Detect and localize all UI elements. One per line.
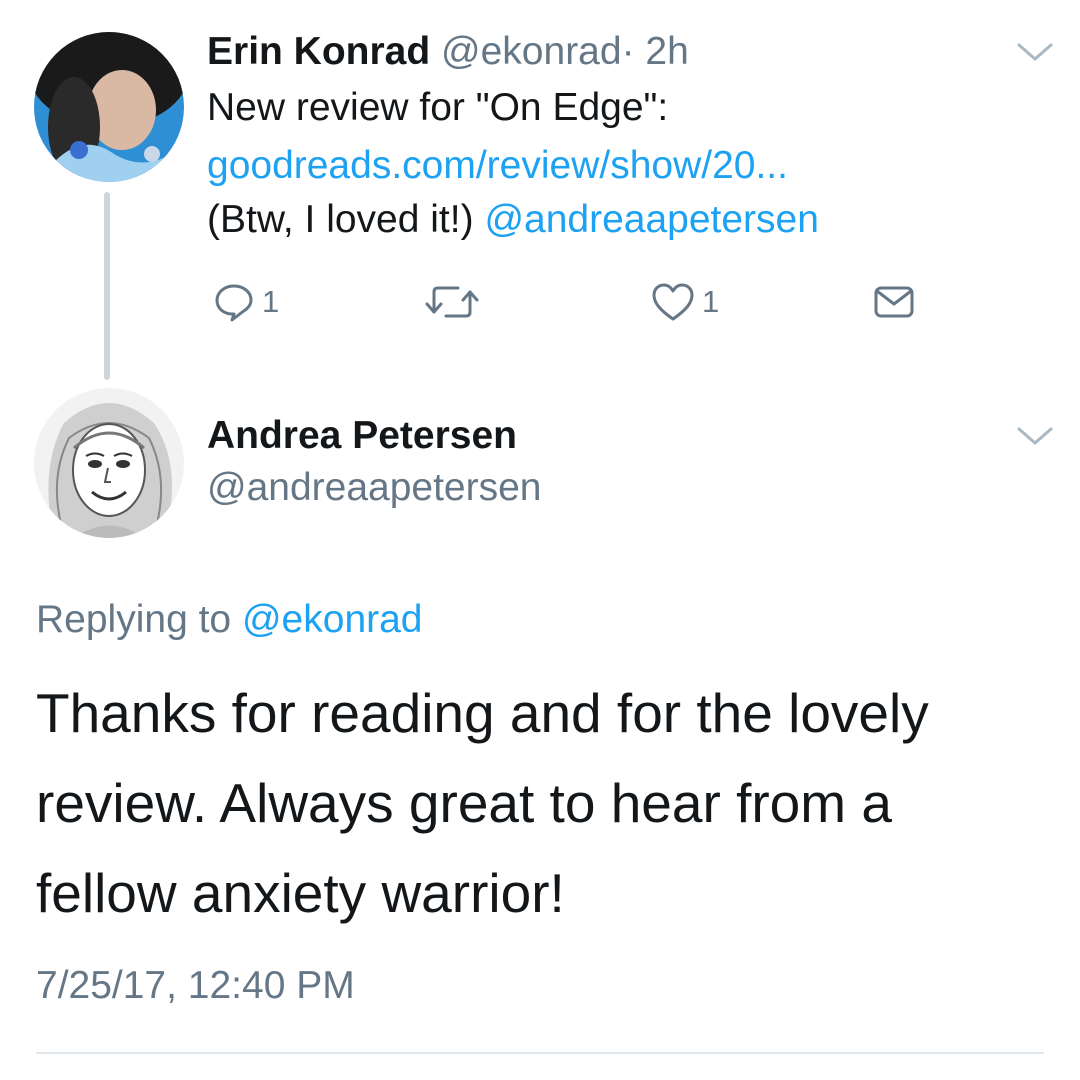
replying-to-line: Replying to @ekonrad: [36, 594, 423, 646]
like-button[interactable]: 1: [650, 280, 719, 324]
reply-button[interactable]: 1: [212, 280, 279, 324]
parent-tweet-text-line3: (Btw, I loved it!) @andreaapetersen: [207, 194, 819, 246]
replying-to-handle[interactable]: @ekonrad: [242, 598, 423, 641]
author-handle[interactable]: @ekonrad: [441, 30, 622, 73]
reply-icon: [212, 280, 256, 324]
message-icon: [872, 280, 916, 324]
thread-connector-line: [104, 192, 110, 380]
replying-to-label: Replying to: [36, 598, 232, 641]
divider: [36, 1052, 1044, 1054]
like-count: 1: [702, 284, 720, 319]
parent-tweet-header: Erin Konrad @ekonrad· 2h: [207, 26, 689, 78]
retweet-button[interactable]: [424, 280, 486, 324]
author-name[interactable]: Erin Konrad: [207, 30, 430, 73]
mention-link[interactable]: @andreaapetersen: [484, 198, 819, 241]
reply-tweet-text: Thanks for reading and for the lovely re…: [36, 682, 929, 924]
tweet-time: 2h: [645, 30, 689, 73]
reply-author-handle[interactable]: @andreaapetersen: [207, 462, 542, 514]
goodreads-link[interactable]: goodreads.com/review/show/20...: [207, 140, 788, 192]
reply-count: 1: [262, 284, 280, 319]
avatar-erin-konrad[interactable]: [34, 32, 184, 182]
retweet-icon: [424, 280, 480, 324]
reply-timestamp: 7/25/17, 12:40 PM: [36, 964, 355, 1007]
chevron-down-icon[interactable]: [1015, 40, 1055, 64]
separator-dot: ·: [621, 30, 635, 73]
reply-author-name[interactable]: Andrea Petersen: [207, 410, 517, 462]
direct-message-button[interactable]: [872, 280, 916, 324]
avatar-andrea-petersen[interactable]: [34, 388, 184, 538]
chevron-down-icon[interactable]: [1015, 424, 1055, 448]
parent-tweet-text: (Btw, I loved it!): [207, 198, 474, 241]
parent-tweet-text-line1: New review for "On Edge":: [207, 86, 669, 129]
like-icon: [650, 280, 696, 324]
